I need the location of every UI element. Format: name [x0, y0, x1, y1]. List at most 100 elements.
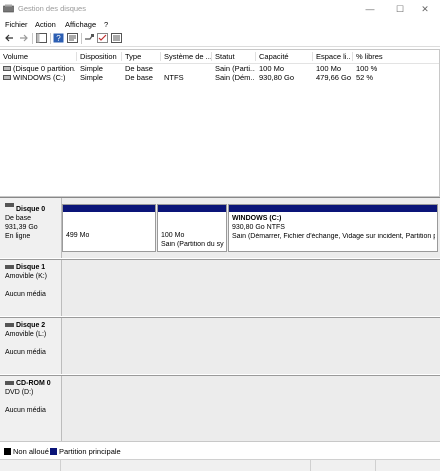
disk-status: Aucun média [5, 291, 46, 298]
status-bar [0, 459, 440, 471]
cell-status: Sain (Parti... [215, 64, 255, 73]
disk-label[interactable]: CD-ROM 0 DVD (D:) Aucun média [0, 376, 62, 441]
cell-capacity: 100 Mo [259, 64, 285, 73]
cell-disposition: Simple [80, 64, 103, 73]
disk-type: DVD (D:) [5, 389, 34, 396]
volume-list[interactable]: Volume Disposition Type Système de ... S… [0, 49, 440, 197]
disk-row-cdrom[interactable]: CD-ROM 0 DVD (D:) Aucun média [0, 376, 440, 441]
volume-icon [3, 66, 11, 71]
partition-block[interactable]: WINDOWS (C:) 930,80 Go NTFS Sain (Démarr… [228, 204, 438, 252]
cell-capacity: 930,80 Go [259, 73, 295, 82]
menu-fichier[interactable]: Fichier [5, 20, 28, 29]
disk-status: En ligne [5, 233, 31, 240]
primary-partition-bar [63, 205, 155, 212]
cell-percent-free: 52 % [356, 73, 374, 82]
col-volume[interactable]: Volume [0, 52, 75, 61]
back-icon[interactable] [4, 33, 15, 43]
disk-type: Amovible (K:) [5, 273, 48, 280]
console-tree-icon[interactable] [36, 33, 47, 43]
disk-name: Disque 2 [16, 322, 46, 329]
cell-free-space: 479,66 Go [316, 73, 352, 82]
menu-affichage[interactable]: Affichage [65, 20, 96, 29]
menu-action[interactable]: Action [35, 20, 56, 29]
table-row[interactable]: WINDOWS (C:) Simple De base NTFS Sain (D… [0, 73, 439, 83]
partition-area [62, 260, 440, 316]
col-file-system[interactable]: Système de ... [160, 52, 211, 61]
disk-name: Disque 0 [16, 206, 46, 213]
status-cell [60, 460, 61, 471]
partition-size: 100 Mo [161, 232, 185, 239]
connect-icon[interactable] [84, 33, 95, 43]
col-disposition[interactable]: Disposition [76, 52, 120, 61]
help-icon[interactable]: ? [53, 33, 64, 43]
disk-icon [5, 323, 14, 327]
list-view-icon[interactable] [111, 33, 122, 43]
disk-size: 931,39 Go [5, 224, 38, 231]
cell-status: Sain (Dém... [215, 73, 255, 82]
partition-area: 499 Mo 100 Mo Sain (Partition du sy WIND… [62, 198, 440, 258]
toolbar-separator [50, 33, 51, 44]
primary-partition-bar [229, 205, 437, 212]
cdrom-icon [5, 381, 14, 385]
disk-row-1[interactable]: Disque 1 Amovible (K:) Aucun média [0, 260, 440, 316]
unallocated-swatch [4, 448, 11, 455]
col-percent-free[interactable]: % libres [352, 52, 396, 61]
cell-file-system: NTFS [164, 73, 184, 82]
disk-management-icon [3, 4, 14, 13]
svg-text:?: ? [56, 34, 61, 43]
disk-status: Aucun média [5, 349, 46, 356]
disk-label[interactable]: Disque 2 Amovible (L:) Aucun média [0, 318, 62, 374]
cell-free-space: 100 Mo [316, 64, 342, 73]
legend: Non alloué Partition principale [0, 441, 440, 460]
partition-area [62, 376, 440, 441]
disk-name: Disque 1 [16, 264, 46, 271]
partition-block[interactable]: 100 Mo Sain (Partition du sy [157, 204, 227, 252]
forward-icon[interactable] [18, 33, 29, 43]
disk-status: Aucun média [5, 407, 46, 414]
cell-percent-free: 100 % [356, 64, 378, 73]
partition-size: 930,80 Go NTFS [232, 224, 285, 231]
col-status[interactable]: Statut [211, 52, 254, 61]
disk-icon [5, 203, 14, 207]
disk-graphical-view[interactable]: Disque 0 De base 931,39 Go En ligne 499 … [0, 197, 440, 441]
legend-primary-partition: Partition principale [59, 447, 121, 456]
col-type[interactable]: Type [121, 52, 161, 61]
properties-icon[interactable] [67, 33, 78, 43]
partition-status: Sain (Partition du sy [161, 241, 224, 248]
close-button[interactable]: ✕ [410, 0, 440, 18]
status-cell [310, 460, 311, 471]
minimize-button[interactable]: — [355, 0, 385, 18]
check-icon[interactable] [97, 33, 108, 43]
menu-help[interactable]: ? [104, 20, 108, 29]
partition-status: Sain (Démarrer, Fichier d'échange, Vidag… [232, 233, 435, 240]
disk-type: Amovible (L:) [5, 331, 47, 338]
col-free-space[interactable]: Espace li... [312, 52, 351, 61]
disk-name: CD-ROM 0 [16, 380, 51, 387]
window-title: Gestion des disques [18, 4, 86, 13]
disk-row-0[interactable]: Disque 0 De base 931,39 Go En ligne 499 … [0, 198, 440, 258]
disk-label[interactable]: Disque 1 Amovible (K:) Aucun média [0, 260, 62, 316]
cell-type: De base [125, 73, 153, 82]
col-capacity[interactable]: Capacité [255, 52, 312, 61]
volume-icon [3, 75, 11, 80]
primary-partition-bar [158, 205, 226, 212]
toolbar: ? [0, 31, 440, 47]
partition-title: WINDOWS (C:) [232, 215, 282, 222]
status-cell [375, 460, 376, 471]
cell-type: De base [125, 64, 153, 73]
volume-list-header: Volume Disposition Type Système de ... S… [0, 50, 439, 64]
disk-icon [5, 265, 14, 269]
title-bar: Gestion des disques — ☐ ✕ [0, 0, 440, 18]
cell-volume: WINDOWS (C:) [13, 73, 66, 82]
toolbar-separator [81, 33, 82, 44]
disk-label[interactable]: Disque 0 De base 931,39 Go En ligne [0, 198, 62, 258]
partition-area [62, 318, 440, 374]
toolbar-separator [32, 33, 33, 44]
disk-row-2[interactable]: Disque 2 Amovible (L:) Aucun média [0, 318, 440, 374]
partition-size: 499 Mo [66, 232, 90, 239]
partition-block[interactable]: 499 Mo [62, 204, 156, 252]
legend-unallocated: Non alloué [13, 447, 49, 456]
cell-volume: (Disque 0 partition... [13, 64, 75, 73]
cell-disposition: Simple [80, 73, 103, 82]
disk-type: De base [5, 215, 32, 222]
